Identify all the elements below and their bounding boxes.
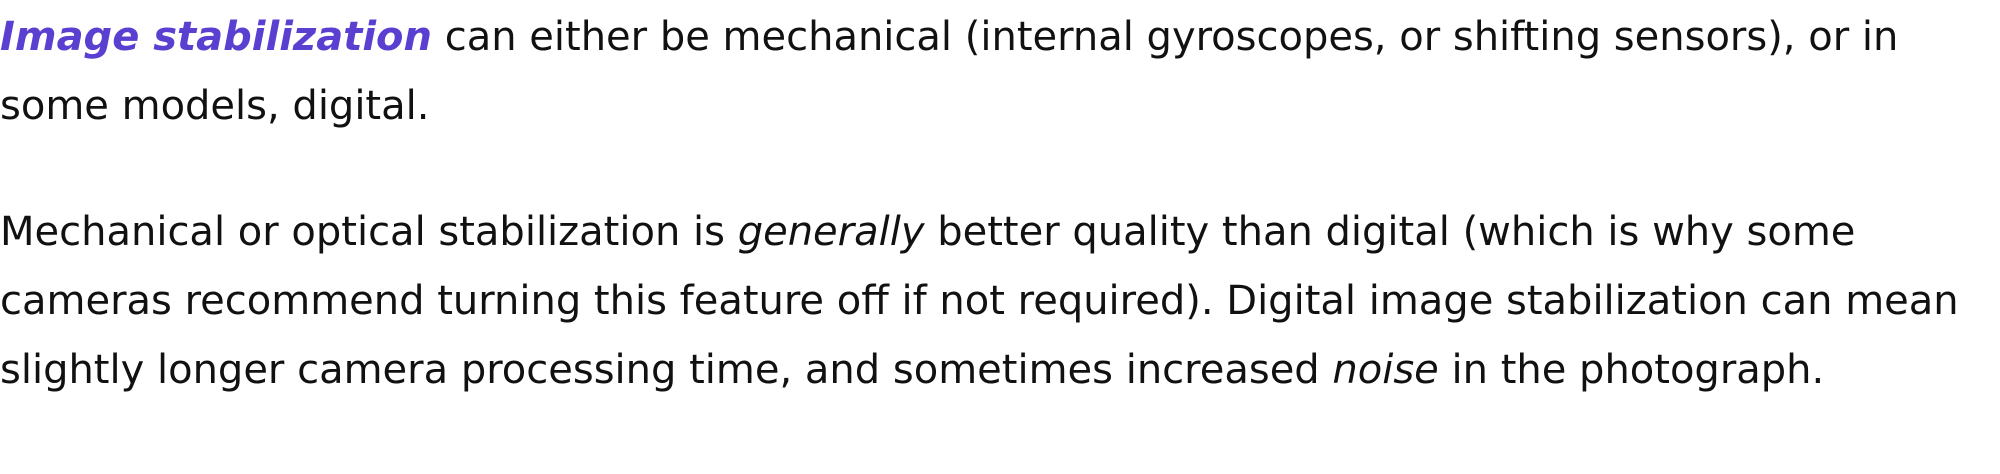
- paragraph-stabilization-types: Image stabilization can either be mechan…: [0, 3, 1990, 141]
- emphasis-noise: noise: [1332, 347, 1439, 393]
- image-stabilization-link[interactable]: Image stabilization: [0, 14, 432, 60]
- emphasis-generally: generally: [737, 209, 925, 255]
- paragraph-stabilization-quality: Mechanical or optical stabilization is g…: [0, 198, 1990, 405]
- paragraph-2-text-1: Mechanical or optical stabilization is: [0, 209, 738, 255]
- article-content: Image stabilization can either be mechan…: [0, 3, 1990, 405]
- paragraph-2-text-3: in the photograph.: [1438, 347, 1825, 393]
